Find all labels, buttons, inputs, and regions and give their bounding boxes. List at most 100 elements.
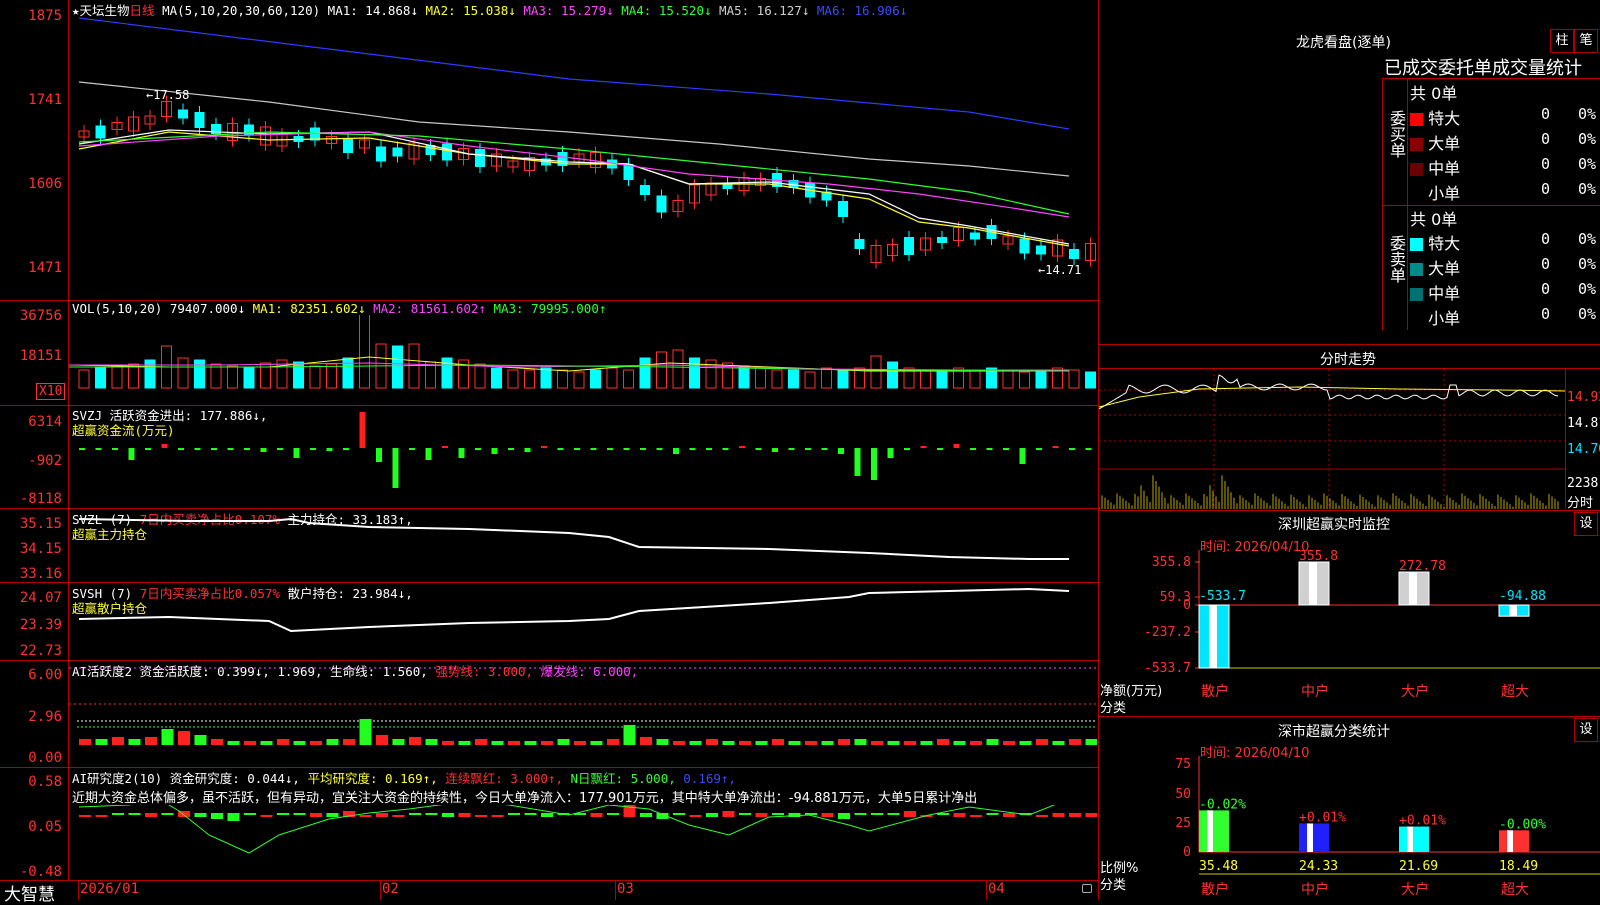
buy-row: 中单 bbox=[1410, 155, 1460, 179]
ai-research-nday: N日飘红: 5.000, bbox=[570, 771, 676, 786]
volume-bar bbox=[804, 371, 816, 389]
row-count: 0 bbox=[1541, 180, 1551, 198]
fund-flow-bar bbox=[112, 448, 118, 450]
ai-research-label: AI研究度2(10) bbox=[72, 771, 163, 786]
panel-divider bbox=[0, 880, 1098, 881]
research-bar bbox=[1085, 813, 1097, 817]
row-label: 大单 bbox=[1423, 259, 1461, 278]
fund-flow-bar bbox=[590, 448, 597, 450]
volume-bar bbox=[194, 359, 205, 389]
intraday-chart[interactable] bbox=[1099, 369, 1565, 509]
activity-bar bbox=[293, 741, 306, 745]
category-label: 超大 bbox=[1501, 684, 1529, 700]
sz-class-settings-button[interactable]: 设 bbox=[1574, 718, 1598, 742]
bar-view-button[interactable]: 柱 bbox=[1550, 29, 1574, 53]
buy-side-label: 委买单 bbox=[1387, 110, 1406, 158]
svzj-chart[interactable] bbox=[69, 406, 1097, 507]
ai-research-chart[interactable] bbox=[69, 805, 1097, 880]
fund-flow-bar bbox=[211, 448, 217, 450]
volume-chart[interactable] bbox=[69, 315, 1097, 400]
fund-flow-bar bbox=[508, 448, 514, 450]
ai-research-last: 0.169↑, bbox=[683, 771, 736, 786]
intraday-price-mid: 14.81 bbox=[1567, 416, 1600, 431]
y-tick: 25 bbox=[1175, 816, 1191, 831]
y-tick: 36756 bbox=[19, 308, 62, 324]
y-tick: 6314 bbox=[28, 414, 62, 430]
fund-flow-bar bbox=[161, 444, 168, 448]
fund-flow-bar bbox=[178, 448, 184, 450]
fund-flow-bar bbox=[194, 448, 201, 450]
fund-flow-bar bbox=[953, 444, 960, 448]
fund-flow-bar bbox=[277, 448, 283, 450]
high-price-value: 17.58 bbox=[153, 88, 190, 102]
research-bar bbox=[871, 813, 883, 815]
row-pct: 0% bbox=[1578, 155, 1597, 173]
sz-class-chart[interactable]: 75 50 25 0 -0.02% 35.48 散户 +0.01% 24.33 中户 +0.01% 2… bbox=[1099, 756, 1600, 900]
vol-value: 79407.000↓ bbox=[169, 301, 246, 316]
low-price-marker: ←14.71 bbox=[1038, 263, 1082, 277]
fund-flow-bar bbox=[871, 448, 877, 480]
x-tick: 02 bbox=[382, 881, 399, 897]
sz-class-header-line bbox=[1099, 716, 1600, 717]
y-tick: -902 bbox=[28, 453, 62, 469]
tick-view-button[interactable]: 笔 bbox=[1574, 29, 1598, 53]
longhu-title: 龙虎看盘(逐单) bbox=[1296, 35, 1391, 51]
candle-body bbox=[343, 139, 353, 153]
sz-monitor-settings-button[interactable]: 设 bbox=[1574, 512, 1598, 536]
sell-row: 特大 bbox=[1410, 230, 1460, 254]
fund-flow-bar bbox=[244, 448, 250, 450]
category-label: 散户 bbox=[1201, 683, 1229, 700]
y-tick: -533.7 bbox=[1144, 661, 1191, 676]
activity-bar bbox=[953, 741, 966, 745]
y-tick: 22.73 bbox=[19, 643, 62, 659]
research-bar bbox=[145, 813, 157, 817]
fund-flow-bar bbox=[491, 448, 498, 454]
fund-flow-bar bbox=[970, 448, 976, 450]
y-tick: -237.2 bbox=[1144, 625, 1191, 640]
activity-bar bbox=[607, 739, 619, 745]
fund-flow-bar bbox=[805, 448, 811, 450]
fund-flow-bar bbox=[442, 446, 448, 448]
buy-total: 共 0单 bbox=[1410, 84, 1458, 103]
lock-icon[interactable] bbox=[1082, 884, 1092, 893]
fund-flow-bar bbox=[145, 448, 151, 450]
fund-flow-bar bbox=[557, 448, 564, 450]
activity-bar bbox=[739, 741, 751, 745]
ai-active-chart[interactable] bbox=[69, 661, 1097, 766]
activity-bar bbox=[260, 741, 273, 745]
activity-bar bbox=[788, 741, 801, 745]
intraday-avg-line bbox=[1099, 386, 1565, 408]
sz-monitor-chart[interactable]: 355.859.30-237.2-533.7-533.7散户355.8中户272… bbox=[1099, 550, 1600, 715]
fund-flow-bar bbox=[475, 448, 481, 450]
research-bar bbox=[1003, 813, 1015, 817]
legend-swatch bbox=[1410, 263, 1423, 276]
row-pct: 0% bbox=[1578, 305, 1597, 323]
research-bar bbox=[524, 813, 537, 815]
bar-value: 21.69 bbox=[1399, 859, 1438, 874]
x-tick: 03 bbox=[617, 881, 634, 897]
y-tick: -8118 bbox=[19, 491, 62, 507]
volume-bar bbox=[540, 367, 552, 389]
volume-bar bbox=[821, 367, 832, 389]
y-tick: 1875 bbox=[28, 8, 62, 24]
sell-side-label: 委卖单 bbox=[1387, 235, 1406, 283]
research-bar bbox=[458, 813, 471, 817]
legend-swatch bbox=[1410, 163, 1423, 176]
svzl-chart[interactable] bbox=[69, 509, 1097, 581]
volume-bar bbox=[623, 369, 634, 389]
ratio-bar bbox=[1499, 830, 1529, 852]
research-bar bbox=[260, 815, 273, 817]
svsh-chart[interactable] bbox=[69, 583, 1097, 659]
research-bar bbox=[112, 813, 124, 815]
activity-bar bbox=[194, 735, 207, 745]
fund-flow-bar bbox=[821, 448, 828, 450]
row-count: 0 bbox=[1541, 155, 1551, 173]
longhu-table-border bbox=[1407, 78, 1408, 330]
fund-flow-bar bbox=[1069, 448, 1075, 450]
candlestick-chart[interactable] bbox=[69, 14, 1097, 300]
activity-bar bbox=[1019, 741, 1032, 745]
volume-bar bbox=[689, 357, 700, 389]
candle-body bbox=[1019, 238, 1030, 254]
ratio-bar-highlight bbox=[1507, 830, 1513, 852]
activity-bar bbox=[128, 739, 141, 745]
